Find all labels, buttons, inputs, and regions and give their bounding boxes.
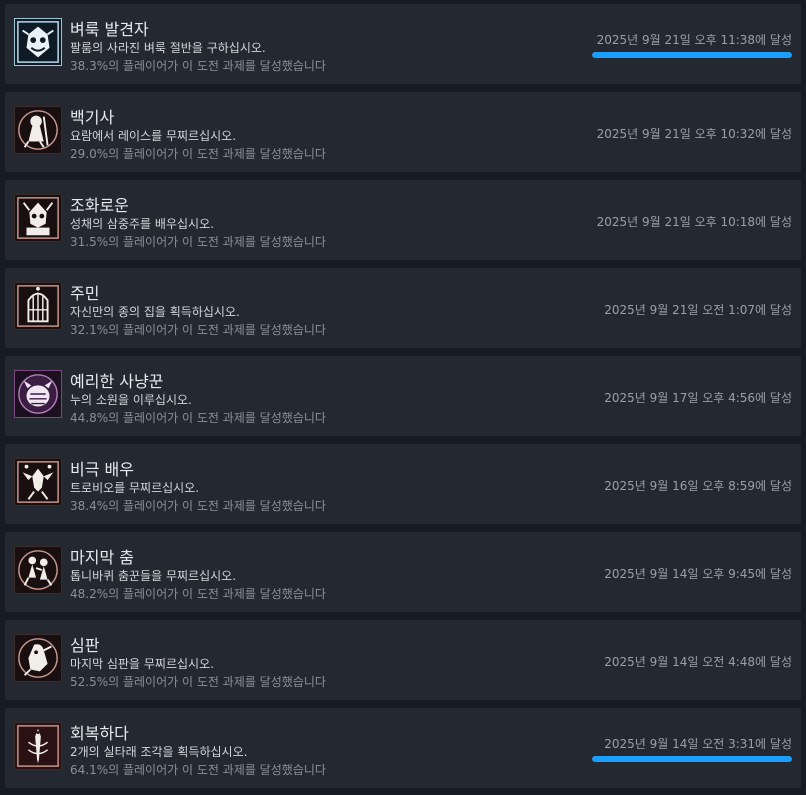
achievement-global-percent: 44.8%의 플레이어가 이 도전 과제를 달성했습니다 [70,411,326,425]
achievement-global-percent: 31.5%의 플레이어가 이 도전 과제를 달성했습니다 [70,235,326,249]
achievement-description: 성채의 삼중주를 배우십시오. [70,217,214,231]
achievement-global-percent: 64.1%의 플레이어가 이 도전 과제를 달성했습니다 [70,763,326,777]
achievement-title: 벼룩 발견자 [70,20,149,39]
achievement-row[interactable]: 조화로운 성채의 삼중주를 배우십시오. 31.5%의 플레이어가 이 도전 과… [5,180,801,260]
achievement-description: 팔룸의 사라진 벼룩 절반을 구하십시오. [70,41,266,55]
white-knight-icon [14,106,62,154]
achievement-row[interactable]: 백기사 요람에서 레이스를 무찌르십시오. 29.0%의 플레이어가 이 도전 … [5,92,801,172]
achievement-description: 2개의 실타래 조각을 획득하십시오. [70,745,248,759]
achievement-description: 요람에서 레이스를 무찌르십시오. [70,129,237,143]
achievement-description: 누의 소원을 이루십시오. [70,393,192,407]
achievement-global-percent: 52.5%의 플레이어가 이 도전 과제를 달성했습니다 [70,675,326,689]
tragedian-icon [14,458,62,506]
achievement-row[interactable]: 마지막 춤 톱니바퀴 춤꾼들을 무찌르십시오. 48.2%의 플레이어가 이 도… [5,532,801,612]
achievement-unlock-date: 2025년 9월 16일 오후 8:59에 달성 [604,479,792,493]
achievement-title: 심판 [70,636,100,655]
achievement-description: 마지막 심판을 무찌르십시오. [70,657,214,671]
achievement-title: 주민 [70,284,100,303]
achievement-title: 마지막 춤 [70,548,134,567]
achievement-progress-fill [592,52,792,58]
achievement-unlock-date: 2025년 9월 21일 오후 10:32에 달성 [596,127,792,141]
achievement-description: 트로비오를 무찌르십시오. [70,481,200,495]
achievement-global-percent: 29.0%의 플레이어가 이 도전 과제를 달성했습니다 [70,147,326,161]
achievement-description: 톱니바퀴 춤꾼들을 무찌르십시오. [70,569,237,583]
achievement-progress-bar [592,52,792,58]
achievement-unlock-date: 2025년 9월 14일 오전 4:48에 달성 [604,655,792,669]
achievement-unlock-date: 2025년 9월 21일 오후 10:18에 달성 [596,215,792,229]
achievement-global-percent: 38.3%의 플레이어가 이 도전 과제를 달성했습니다 [70,59,326,73]
cage-house-icon [14,282,62,330]
achievement-title: 예리한 사냥꾼 [70,372,164,391]
achievement-progress-fill [592,756,792,762]
achievement-description: 자신만의 종의 집을 획득하십시오. [70,305,240,319]
judge-icon [14,634,62,682]
achievement-row[interactable]: 주민 자신만의 종의 집을 획득하십시오. 32.1%의 플레이어가 이 도전 … [5,268,801,348]
achievement-row[interactable]: 벼룩 발견자 팔룸의 사라진 벼룩 절반을 구하십시오. 38.3%의 플레이어… [5,4,801,84]
achievement-global-percent: 32.1%의 플레이어가 이 도전 과제를 달성했습니다 [70,323,326,337]
achievement-title: 조화로운 [70,196,129,215]
achievement-row[interactable]: 회복하다 2개의 실타래 조각을 획득하십시오. 64.1%의 플레이어가 이 … [5,708,801,788]
mending-needle-icon [14,722,62,770]
achievement-global-percent: 48.2%의 플레이어가 이 도전 과제를 달성했습니다 [70,587,326,601]
achievement-row[interactable]: 비극 배우 트로비오를 무찌르십시오. 38.4%의 플레이어가 이 도전 과제… [5,444,801,524]
sealed-crest-icon [14,18,62,66]
achievement-title: 비극 배우 [70,460,134,479]
achievement-row[interactable]: 심판 마지막 심판을 무찌르십시오. 52.5%의 플레이어가 이 도전 과제를… [5,620,801,700]
achievement-unlock-date: 2025년 9월 21일 오후 11:38에 달성 [596,33,792,47]
achievement-progress-bar [592,756,792,762]
hunter-beast-icon [14,370,62,418]
achievement-global-percent: 38.4%의 플레이어가 이 도전 과제를 달성했습니다 [70,499,326,513]
achievement-title: 백기사 [70,108,115,127]
achievement-unlock-date: 2025년 9월 21일 오전 1:07에 달성 [604,303,792,317]
final-dance-icon [14,546,62,594]
achievement-unlock-date: 2025년 9월 14일 오후 9:45에 달성 [604,567,792,581]
achievement-unlock-date: 2025년 9월 14일 오전 3:31에 달성 [604,737,792,751]
achievement-row[interactable]: 예리한 사냥꾼 누의 소원을 이루십시오. 44.8%의 플레이어가 이 도전 … [5,356,801,436]
harmony-mask-icon [14,194,62,242]
achievement-unlock-date: 2025년 9월 17일 오후 4:56에 달성 [604,391,792,405]
achievement-title: 회복하다 [70,724,129,743]
